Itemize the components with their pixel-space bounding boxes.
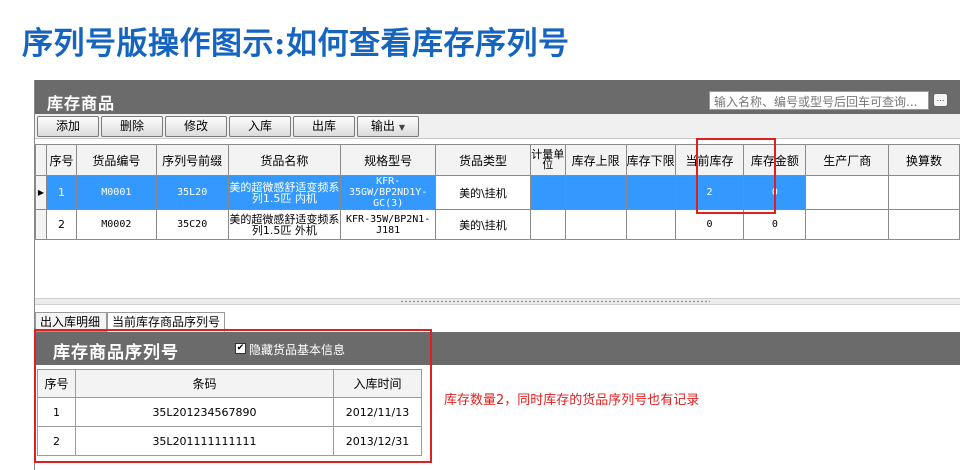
inventory-table-header: 序号 货品编号 序列号前缀 货品名称 规格型号 货品类型 计量单位 库存上限 库… <box>35 144 960 176</box>
panel-splitter[interactable] <box>35 298 960 305</box>
inventory-panel-header: 库存商品 输入名称、编号或型号后回车可查询... … <box>35 85 960 114</box>
inventory-window: 库存商品 输入名称、编号或型号后回车可查询... … 添加 删除 修改 入库 出… <box>34 80 960 470</box>
splitter-grip-icon <box>400 300 710 303</box>
cell-conversion[interactable] <box>888 175 960 210</box>
edit-button[interactable]: 修改 <box>165 116 227 137</box>
cell-stock-amount[interactable]: 0 <box>743 175 807 210</box>
cell-code[interactable]: M0001 <box>75 175 157 210</box>
cell-index[interactable]: 2 <box>45 209 77 240</box>
search-more-button[interactable]: … <box>933 93 948 107</box>
hide-basic-info-checkbox[interactable]: ✔ <box>235 343 246 354</box>
cell-spec[interactable]: KFR-35W/BP2N1-J181 <box>340 209 437 240</box>
cell-spec[interactable]: KFR-35GW/BP2ND1Y-GC(3) <box>340 175 437 210</box>
cell-stock-amount[interactable]: 0 <box>743 209 807 240</box>
add-button[interactable]: 添加 <box>37 116 99 137</box>
current-row-arrow-icon: ▶ <box>35 175 47 210</box>
stock-in-button[interactable]: 入库 <box>229 116 291 137</box>
tab-stock-in-out-details[interactable]: 出入库明细 <box>35 312 107 332</box>
serial-panel-title: 库存商品序列号 <box>53 343 179 363</box>
chevron-down-icon: ▼ <box>398 123 406 132</box>
cell-current-stock[interactable]: 2 <box>674 175 745 210</box>
column-header-unit[interactable]: 计量单位 <box>529 144 566 176</box>
column-header-conversion[interactable]: 换算数 <box>888 144 960 176</box>
cell-manufacturer[interactable] <box>805 209 890 240</box>
cell-upper-limit[interactable] <box>564 175 627 210</box>
cell-unit[interactable] <box>529 175 566 210</box>
cell-barcode[interactable]: 35L201234567890 <box>75 397 334 427</box>
column-header-manufacturer[interactable]: 生产厂商 <box>805 144 890 176</box>
column-header-lower-limit[interactable]: 库存下限 <box>625 144 676 176</box>
hide-basic-info-label[interactable]: 隐藏货品基本信息 <box>249 341 345 358</box>
cell-serial-index[interactable]: 2 <box>37 426 76 456</box>
cell-index[interactable]: 1 <box>45 175 77 210</box>
export-dropdown-button[interactable]: 输出 ▼ <box>357 116 419 137</box>
column-header-type[interactable]: 货品类型 <box>435 144 531 176</box>
table-row[interactable]: 1 35L201234567890 2012/11/13 <box>37 397 422 427</box>
cell-type[interactable]: 美的\挂机 <box>435 209 531 240</box>
table-row[interactable]: ▶ 1 M0001 35L20 美的超微感舒适变频系列1.5匹 内机 KFR-3… <box>35 175 960 210</box>
column-header-index[interactable]: 序号 <box>45 144 77 176</box>
cell-prefix[interactable]: 35L20 <box>155 175 229 210</box>
column-header-stock-amount[interactable]: 库存金额 <box>743 144 807 176</box>
column-header-current-stock[interactable]: 当前库存 <box>674 144 745 176</box>
table-row[interactable]: 2 35L201111111111 2013/12/31 <box>37 426 422 456</box>
serial-table: 序号 条码 入库时间 1 35L201234567890 2012/11/13 … <box>37 369 422 456</box>
cell-name[interactable]: 美的超微感舒适变频系列1.5匹 外机 <box>227 209 342 240</box>
column-header-prefix[interactable]: 序列号前缀 <box>155 144 229 176</box>
export-label: 输出 <box>370 119 395 133</box>
toolbar: 添加 删除 修改 入库 出库 输出 ▼ <box>35 114 960 139</box>
cell-manufacturer[interactable] <box>805 175 890 210</box>
cell-lower-limit[interactable] <box>625 175 676 210</box>
cell-barcode[interactable]: 35L201111111111 <box>75 426 334 456</box>
stock-out-button[interactable]: 出库 <box>293 116 355 137</box>
serial-panel-header: 库存商品序列号 ✔ 隐藏货品基本信息 <box>35 332 960 365</box>
row-indicator-header <box>35 144 47 176</box>
cell-stock-in-time[interactable]: 2012/11/13 <box>333 397 422 427</box>
cell-type[interactable]: 美的\挂机 <box>435 175 531 210</box>
column-header-spec[interactable]: 规格型号 <box>340 144 437 176</box>
cell-stock-in-time[interactable]: 2013/12/31 <box>333 426 422 456</box>
inventory-table: 序号 货品编号 序列号前缀 货品名称 规格型号 货品类型 计量单位 库存上限 库… <box>35 144 960 240</box>
table-row[interactable]: 2 M0002 35C20 美的超微感舒适变频系列1.5匹 外机 KFR-35W… <box>35 209 960 240</box>
cell-name[interactable]: 美的超微感舒适变频系列1.5匹 内机 <box>227 175 342 210</box>
column-header-stock-in-time[interactable]: 入库时间 <box>333 369 422 398</box>
cell-upper-limit[interactable] <box>564 209 627 240</box>
search-input[interactable]: 输入名称、编号或型号后回车可查询... <box>709 91 929 110</box>
cell-unit[interactable] <box>529 209 566 240</box>
page-heading: 序列号版操作图示:如何查看库存序列号 <box>22 26 570 62</box>
serial-table-header: 序号 条码 入库时间 <box>37 369 422 398</box>
column-header-serial-index[interactable]: 序号 <box>37 369 76 398</box>
column-header-code[interactable]: 货品编号 <box>75 144 157 176</box>
cell-conversion[interactable] <box>888 209 960 240</box>
annotation-text: 库存数量2，同时库存的货品序列号也有记录 <box>444 393 700 408</box>
cell-code[interactable]: M0002 <box>75 209 157 240</box>
row-indicator <box>35 209 47 240</box>
cell-serial-index[interactable]: 1 <box>37 397 76 427</box>
cell-prefix[interactable]: 35C20 <box>155 209 229 240</box>
column-header-upper-limit[interactable]: 库存上限 <box>564 144 627 176</box>
tab-current-serials[interactable]: 当前库存商品序列号 <box>107 312 225 332</box>
delete-button[interactable]: 删除 <box>101 116 163 137</box>
ellipsis-icon: … <box>936 94 945 103</box>
column-header-barcode[interactable]: 条码 <box>75 369 334 398</box>
cell-current-stock[interactable]: 0 <box>674 209 745 240</box>
column-header-name[interactable]: 货品名称 <box>227 144 342 176</box>
cell-lower-limit[interactable] <box>625 209 676 240</box>
inventory-panel-title: 库存商品 <box>47 94 116 113</box>
